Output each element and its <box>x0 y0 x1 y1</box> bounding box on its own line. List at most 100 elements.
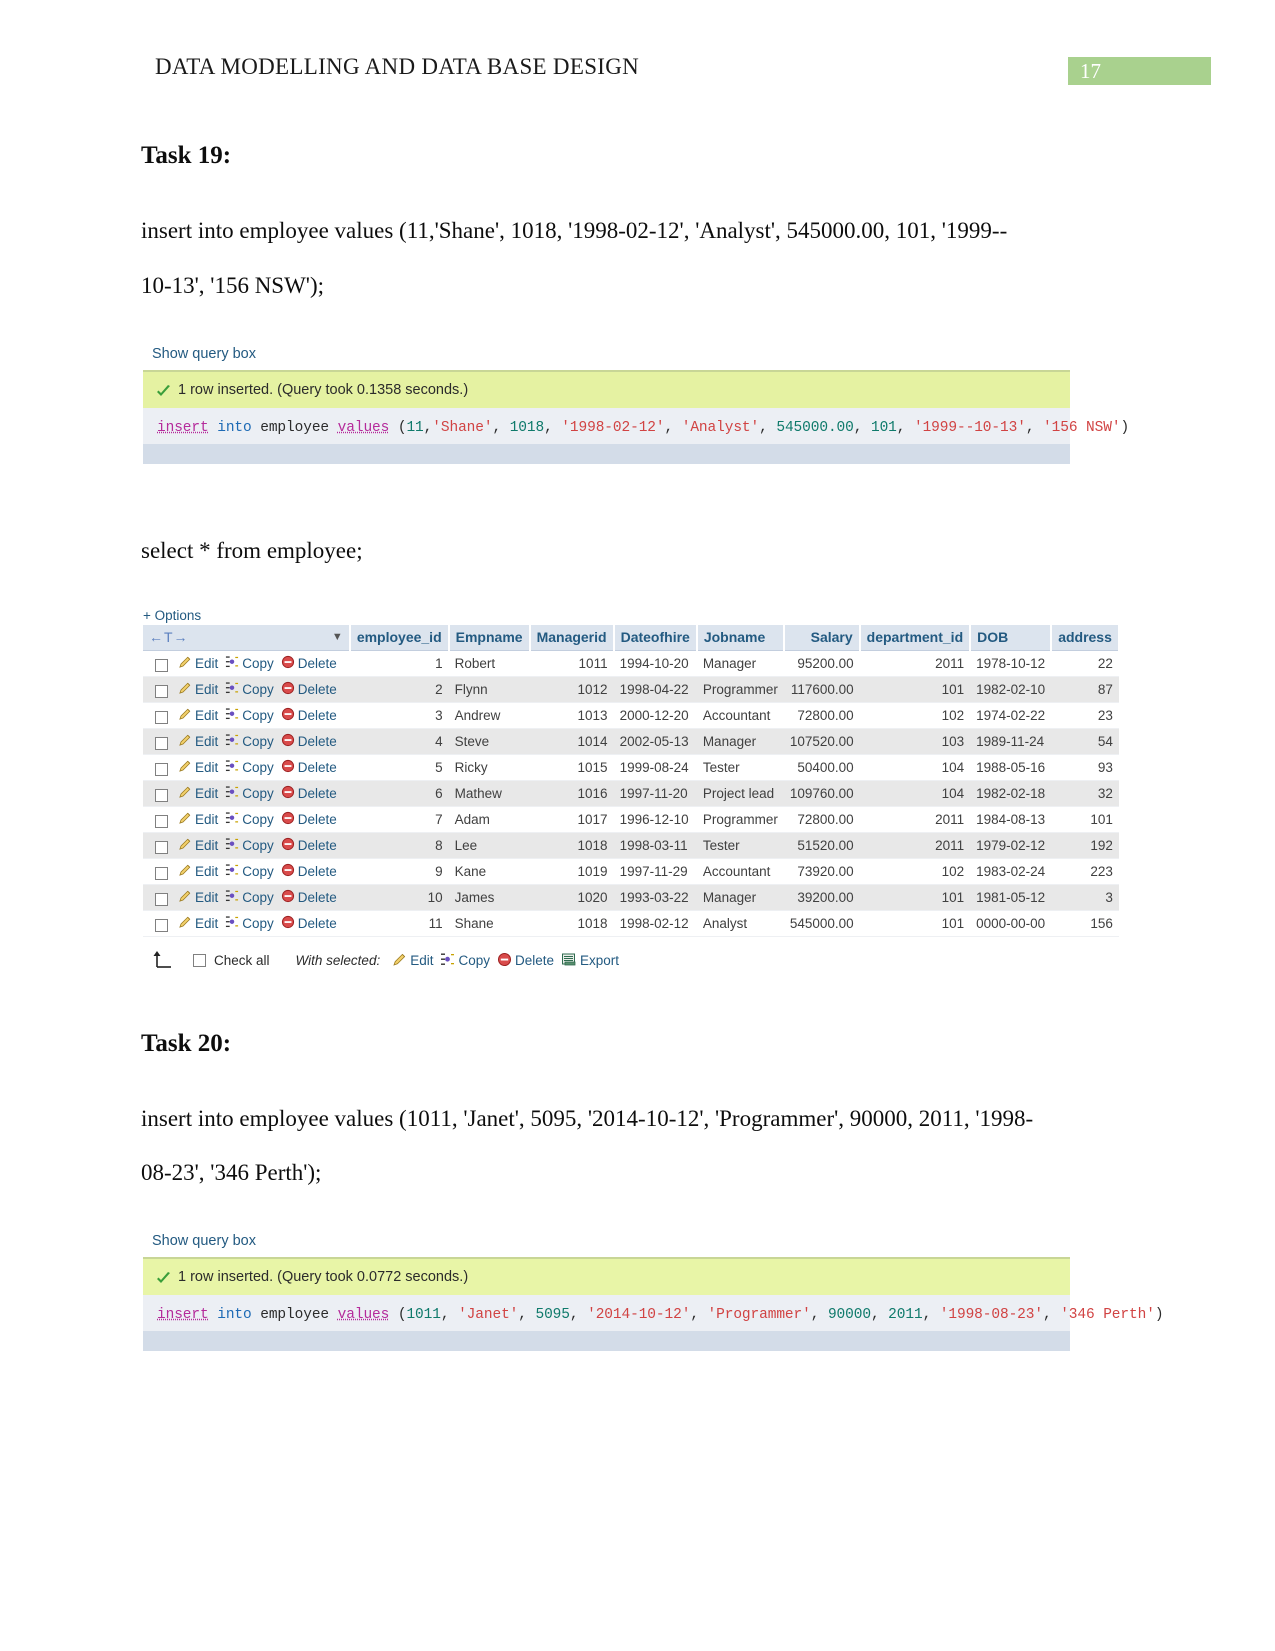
check-all-checkbox[interactable] <box>193 954 206 967</box>
row-delete-label[interactable]: Delete <box>298 656 337 671</box>
row-copy-button[interactable]: Copy <box>225 889 281 906</box>
row-copy-label[interactable]: Copy <box>242 812 274 827</box>
row-edit-label[interactable]: Edit <box>195 708 218 723</box>
footer-copy-button[interactable]: Copy <box>440 952 497 970</box>
row-select-checkbox[interactable] <box>155 840 168 854</box>
row-select-checkbox[interactable] <box>155 866 168 880</box>
row-copy-button[interactable]: Copy <box>225 707 281 724</box>
column-header-dob[interactable]: DOB <box>970 625 1053 651</box>
row-delete-button[interactable]: Delete <box>281 837 344 854</box>
column-header-managerid[interactable]: Managerid <box>529 625 615 651</box>
row-delete-button[interactable]: Delete <box>281 759 344 776</box>
row-copy-button[interactable]: Copy <box>225 785 281 802</box>
row-edit-button[interactable]: Edit <box>178 681 225 698</box>
row-delete-button[interactable]: Delete <box>281 655 344 672</box>
row-select-checkbox[interactable] <box>155 814 168 828</box>
row-delete-label[interactable]: Delete <box>298 890 337 905</box>
row-edit-button[interactable]: Edit <box>178 915 225 932</box>
row-delete-label[interactable]: Delete <box>298 916 337 931</box>
row-delete-button[interactable]: Delete <box>281 681 344 698</box>
footer-export-label[interactable]: Export <box>580 953 619 968</box>
column-header-address[interactable]: address <box>1051 625 1120 651</box>
row-edit-button[interactable]: Edit <box>178 889 225 906</box>
row-edit-label[interactable]: Edit <box>195 838 218 853</box>
row-copy-label[interactable]: Copy <box>242 656 274 671</box>
column-header-salary[interactable]: Salary <box>783 625 861 651</box>
row-delete-button[interactable]: Delete <box>281 889 344 906</box>
row-delete-label[interactable]: Delete <box>298 708 337 723</box>
row-copy-button[interactable]: Copy <box>225 811 281 828</box>
sort-nav-header[interactable]: ←T→ ▼ <box>143 625 351 651</box>
row-copy-button[interactable]: Copy <box>225 759 281 776</box>
row-edit-label[interactable]: Edit <box>195 656 218 671</box>
row-select-checkbox[interactable] <box>155 762 168 776</box>
footer-delete-button[interactable]: Delete <box>497 952 561 970</box>
row-delete-button[interactable]: Delete <box>281 707 344 724</box>
options-toggle[interactable]: + Options <box>143 608 1058 625</box>
row-edit-label[interactable]: Edit <box>195 734 218 749</box>
row-select-checkbox[interactable] <box>155 736 168 750</box>
row-copy-label[interactable]: Copy <box>242 916 274 931</box>
row-select-checkbox[interactable] <box>155 684 168 698</box>
chevron-down-icon[interactable]: ▼ <box>332 631 343 643</box>
row-copy-label[interactable]: Copy <box>242 708 274 723</box>
row-copy-label[interactable]: Copy <box>242 760 274 775</box>
row-copy-label[interactable]: Copy <box>242 890 274 905</box>
row-copy-button[interactable]: Copy <box>225 655 281 672</box>
row-copy-label[interactable]: Copy <box>242 682 274 697</box>
row-copy-label[interactable]: Copy <box>242 864 274 879</box>
row-copy-button[interactable]: Copy <box>225 915 281 932</box>
row-copy-button[interactable]: Copy <box>225 863 281 880</box>
row-edit-label[interactable]: Edit <box>195 890 218 905</box>
show-query-box-link-1[interactable]: Show query box <box>143 346 1070 370</box>
row-edit-button[interactable]: Edit <box>178 811 225 828</box>
row-delete-button[interactable]: Delete <box>281 811 344 828</box>
footer-edit-label[interactable]: Edit <box>410 953 433 968</box>
row-select-checkbox[interactable] <box>155 892 168 906</box>
sort-arrows-icon[interactable]: ←T→ <box>149 629 189 645</box>
row-edit-button[interactable]: Edit <box>178 863 225 880</box>
row-delete-label[interactable]: Delete <box>298 786 337 801</box>
row-edit-label[interactable]: Edit <box>195 682 218 697</box>
row-copy-label[interactable]: Copy <box>242 734 274 749</box>
row-delete-label[interactable]: Delete <box>298 838 337 853</box>
row-delete-label[interactable]: Delete <box>298 682 337 697</box>
row-edit-button[interactable]: Edit <box>178 759 225 776</box>
row-delete-button[interactable]: Delete <box>281 733 344 750</box>
row-edit-button[interactable]: Edit <box>178 707 225 724</box>
row-select-checkbox[interactable] <box>155 918 168 932</box>
row-edit-label[interactable]: Edit <box>195 916 218 931</box>
row-delete-button[interactable]: Delete <box>281 863 344 880</box>
footer-edit-button[interactable]: Edit <box>392 952 440 970</box>
row-edit-button[interactable]: Edit <box>178 785 225 802</box>
row-edit-button[interactable]: Edit <box>178 655 225 672</box>
column-header-jobname[interactable]: Jobname <box>696 625 785 651</box>
column-header-empname[interactable]: Empname <box>448 625 531 651</box>
row-copy-label[interactable]: Copy <box>242 786 274 801</box>
row-delete-label[interactable]: Delete <box>298 760 337 775</box>
column-header-employee_id[interactable]: employee_id <box>349 625 450 651</box>
row-copy-button[interactable]: Copy <box>225 837 281 854</box>
row-delete-label[interactable]: Delete <box>298 812 337 827</box>
row-copy-button[interactable]: Copy <box>225 681 281 698</box>
column-header-department_id[interactable]: department_id <box>859 625 972 651</box>
show-query-box-link-2[interactable]: Show query box <box>143 1233 1070 1257</box>
row-edit-label[interactable]: Edit <box>195 760 218 775</box>
column-header-dateofhire[interactable]: Dateofhire <box>613 625 698 651</box>
row-select-checkbox[interactable] <box>155 710 168 724</box>
footer-copy-label[interactable]: Copy <box>458 953 490 968</box>
row-select-checkbox[interactable] <box>155 788 168 802</box>
row-delete-button[interactable]: Delete <box>281 915 344 932</box>
row-select-checkbox[interactable] <box>155 658 168 672</box>
row-copy-button[interactable]: Copy <box>225 733 281 750</box>
row-delete-button[interactable]: Delete <box>281 785 344 802</box>
footer-export-button[interactable]: Export <box>561 952 626 970</box>
row-delete-label[interactable]: Delete <box>298 734 337 749</box>
row-copy-label[interactable]: Copy <box>242 838 274 853</box>
row-edit-button[interactable]: Edit <box>178 733 225 750</box>
footer-delete-label[interactable]: Delete <box>515 953 554 968</box>
row-edit-label[interactable]: Edit <box>195 864 218 879</box>
row-edit-button[interactable]: Edit <box>178 837 225 854</box>
row-edit-label[interactable]: Edit <box>195 786 218 801</box>
row-delete-label[interactable]: Delete <box>298 864 337 879</box>
